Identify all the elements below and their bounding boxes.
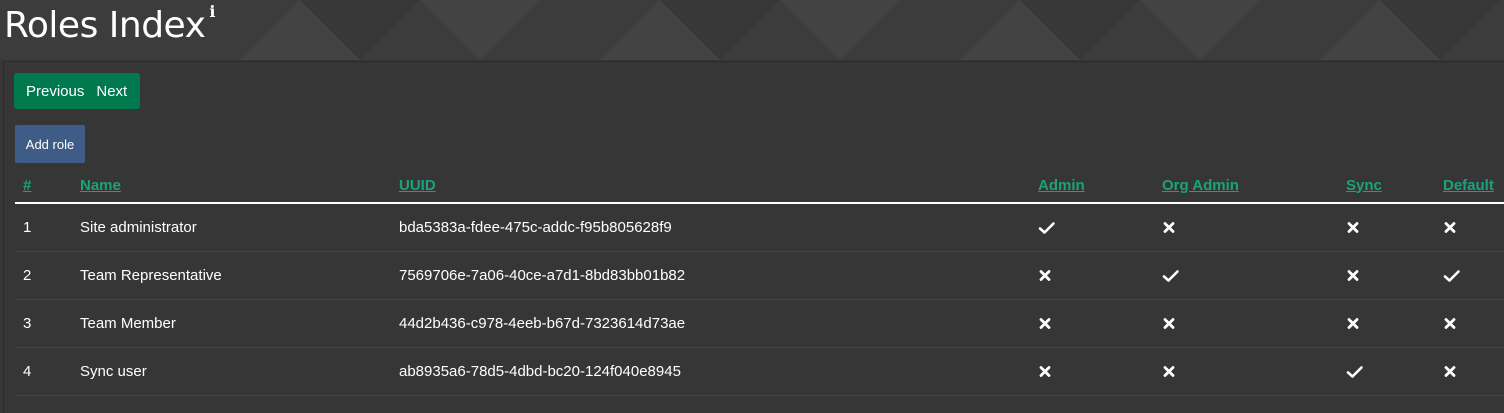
cell-name: Site administrator (80, 203, 399, 252)
column-header-org-admin: Org Admin (1162, 168, 1346, 204)
cell-number: 1 (15, 203, 80, 252)
next-button[interactable]: Next (96, 73, 141, 109)
sort-link-number[interactable]: # (23, 177, 31, 194)
cell-sync (1346, 299, 1443, 348)
column-header-sync: Sync (1346, 168, 1443, 204)
cross-icon (1038, 317, 1162, 331)
cell-admin (1038, 299, 1162, 348)
info-icon[interactable]: i (209, 4, 215, 20)
cell-default (1443, 203, 1504, 252)
cell-org-admin (1162, 251, 1346, 300)
cell-default (1443, 251, 1504, 300)
sort-link-uuid[interactable]: UUID (399, 177, 436, 194)
cross-icon (1038, 365, 1162, 379)
cross-icon-svg (1039, 269, 1051, 281)
sort-link-name[interactable]: Name (80, 177, 121, 194)
cross-icon (1038, 269, 1162, 283)
cell-sync (1346, 251, 1443, 300)
column-header-default: Default (1443, 168, 1504, 204)
cross-icon-svg (1039, 317, 1051, 329)
cross-icon-svg (1163, 221, 1175, 233)
cross-icon-svg (1347, 221, 1359, 233)
cell-org-admin (1162, 299, 1346, 348)
cross-icon (1443, 317, 1504, 331)
check-icon-svg (1443, 269, 1460, 282)
pagination-group: Previous Next (14, 73, 141, 109)
cell-admin (1038, 251, 1162, 300)
cell-name: Team Member (80, 299, 399, 348)
cross-icon (1443, 365, 1504, 379)
cross-icon-svg (1039, 365, 1051, 377)
column-header-admin: Admin (1038, 168, 1162, 204)
cross-icon (1346, 317, 1443, 331)
table-row: 2 Team Representative 7569706e-7a06-40ce-a… (15, 251, 1504, 300)
check-icon (1038, 221, 1162, 235)
cross-icon (1162, 221, 1346, 235)
cell-uuid: ab8935a6-78d5-4dbd-bc20-124f040e8945 (399, 347, 1038, 396)
cell-sync (1346, 347, 1443, 396)
cell-org-admin (1162, 347, 1346, 396)
cross-icon (1443, 221, 1504, 235)
cell-number: 2 (15, 251, 80, 300)
cell-name: Team Representative (80, 251, 399, 300)
add-role-button[interactable]: Add role (15, 125, 85, 163)
cell-uuid: 44d2b436-c978-4eeb-b67d-7323614d73ae (399, 299, 1038, 348)
table-row: 1 Site administrator bda5383a-fdee-475c-ad… (15, 203, 1504, 252)
cross-icon-svg (1444, 365, 1456, 377)
cross-icon (1346, 221, 1443, 235)
cross-icon (1346, 269, 1443, 283)
page-title-text: Roles Index (4, 5, 206, 46)
cross-icon-svg (1347, 317, 1359, 329)
cross-icon (1162, 365, 1346, 379)
cell-name: Sync user (80, 347, 399, 396)
check-icon-svg (1162, 269, 1179, 282)
cell-admin (1038, 203, 1162, 252)
cell-uuid: bda5383a-fdee-475c-addc-f95b805628f9 (399, 203, 1038, 252)
cell-admin (1038, 347, 1162, 396)
page-header: Roles Index i (0, 0, 1504, 60)
cell-default (1443, 347, 1504, 396)
table-row: 3 Team Member 44d2b436-c978-4eeb-b67d-7323… (15, 299, 1504, 348)
cell-uuid: 7569706e-7a06-40ce-a7d1-8bd83bb01b82 (399, 251, 1038, 300)
cross-icon-svg (1163, 365, 1175, 377)
cross-icon-svg (1163, 317, 1175, 329)
previous-button[interactable]: Previous (14, 73, 97, 109)
cell-org-admin (1162, 203, 1346, 252)
header-background-pattern (240, 0, 1500, 60)
column-header-uuid: UUID (399, 168, 1038, 204)
sort-link-admin[interactable]: Admin (1038, 177, 1085, 194)
table-header-row: # Name UUID Admin Org Admin Sync Default (15, 168, 1504, 204)
cross-icon-svg (1444, 317, 1456, 329)
column-header-name: Name (80, 168, 399, 204)
sort-link-sync[interactable]: Sync (1346, 177, 1382, 194)
check-icon (1162, 269, 1346, 283)
cell-default (1443, 299, 1504, 348)
check-icon (1443, 269, 1504, 283)
cell-number: 3 (15, 299, 80, 348)
table-row: 4 Sync user ab8935a6-78d5-4dbd-bc20-124f04… (15, 347, 1504, 396)
page-title: Roles Index i (4, 2, 215, 50)
sort-link-default[interactable]: Default (1443, 177, 1494, 194)
sort-link-org-admin[interactable]: Org Admin (1162, 177, 1239, 194)
check-icon (1346, 365, 1443, 379)
cell-sync (1346, 203, 1443, 252)
check-icon-svg (1038, 221, 1055, 234)
roles-table: # Name UUID Admin Org Admin Sync Default… (15, 168, 1504, 396)
cross-icon-svg (1347, 269, 1359, 281)
check-icon-svg (1346, 365, 1363, 378)
roles-table-body: 1 Site administrator bda5383a-fdee-475c-ad… (15, 203, 1504, 396)
column-header-number: # (15, 168, 80, 204)
cross-icon (1162, 317, 1346, 331)
cell-number: 4 (15, 347, 80, 396)
cross-icon-svg (1444, 221, 1456, 233)
